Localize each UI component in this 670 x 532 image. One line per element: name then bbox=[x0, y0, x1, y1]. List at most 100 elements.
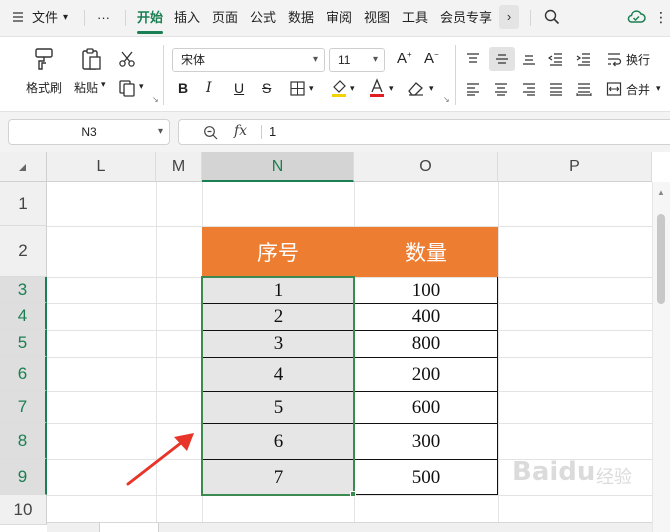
align-left-icon[interactable] bbox=[465, 82, 481, 96]
align-right-icon[interactable] bbox=[521, 82, 537, 96]
paste-dropdown-icon[interactable]: ▾ bbox=[101, 79, 106, 90]
tab-insert[interactable]: 插入 bbox=[174, 9, 200, 27]
scroll-up-icon[interactable]: ▲ bbox=[657, 188, 665, 197]
cell-quantity[interactable]: 800 bbox=[354, 331, 498, 357]
formula-divider bbox=[261, 125, 262, 139]
row-header-4[interactable]: 4 bbox=[0, 303, 47, 330]
cell-quantity[interactable]: 200 bbox=[354, 358, 498, 391]
formula-value: 1 bbox=[269, 124, 277, 139]
cell-quantity[interactable]: 100 bbox=[354, 278, 498, 303]
file-menu[interactable]: 文件 bbox=[32, 9, 58, 27]
strikethrough-icon[interactable]: S bbox=[262, 80, 271, 96]
column-header-p[interactable]: P bbox=[498, 152, 652, 182]
row-header-6[interactable]: 6 bbox=[0, 357, 47, 391]
align-top-icon[interactable] bbox=[465, 52, 481, 66]
font-expand-icon[interactable]: ↘ bbox=[443, 95, 450, 104]
italic-icon[interactable]: I bbox=[206, 80, 212, 96]
name-box[interactable]: N3 ▾ bbox=[8, 119, 170, 145]
distributed-icon[interactable] bbox=[576, 82, 592, 96]
zoom-icon[interactable] bbox=[203, 125, 219, 141]
row-header-9[interactable]: 9 bbox=[0, 459, 47, 495]
cut-icon[interactable] bbox=[118, 50, 136, 68]
spreadsheet-grid[interactable]: L M N O P 1 2 3 4 5 6 7 8 9 10 序号 数量 1 1… bbox=[0, 152, 670, 532]
paste-icon[interactable] bbox=[80, 47, 102, 71]
cloud-sync-icon[interactable] bbox=[626, 8, 646, 26]
decrease-font-icon[interactable]: A− bbox=[424, 50, 439, 67]
more-menu[interactable]: ··· bbox=[97, 9, 110, 27]
merge-button[interactable]: 合并 bbox=[626, 81, 650, 98]
font-color-dropdown-icon[interactable]: ▾ bbox=[389, 83, 394, 94]
bold-icon[interactable]: B bbox=[178, 80, 188, 96]
cell-quantity[interactable]: 300 bbox=[354, 424, 498, 459]
row-header-2[interactable]: 2 bbox=[0, 226, 47, 277]
merge-dropdown-icon[interactable]: ▾ bbox=[656, 83, 661, 94]
copy-icon[interactable] bbox=[118, 79, 136, 97]
name-box-value: N3 bbox=[81, 125, 97, 139]
tab-data[interactable]: 数据 bbox=[288, 9, 314, 27]
tab-formula[interactable]: 公式 bbox=[250, 9, 276, 27]
row-header-1[interactable]: 1 bbox=[0, 182, 47, 226]
align-bottom-icon[interactable] bbox=[521, 52, 537, 66]
tab-home[interactable]: 开始 bbox=[137, 9, 163, 27]
tabs-scroll-right-button[interactable]: › bbox=[499, 5, 519, 29]
formula-input[interactable]: fx 1 bbox=[178, 119, 670, 145]
row-header-7[interactable]: 7 bbox=[0, 391, 47, 423]
column-header-n[interactable]: N bbox=[202, 152, 354, 182]
selection-outline bbox=[201, 276, 355, 496]
row-header-10[interactable]: 10 bbox=[0, 495, 47, 525]
decrease-indent-icon[interactable] bbox=[548, 52, 564, 66]
vertical-scrollbar[interactable]: ▲ bbox=[652, 182, 670, 532]
font-size-select[interactable]: 11 ▾ bbox=[329, 48, 385, 72]
column-header-l[interactable]: L bbox=[47, 152, 156, 182]
tab-review[interactable]: 审阅 bbox=[326, 9, 352, 27]
increase-font-icon[interactable]: A+ bbox=[397, 50, 412, 67]
tab-tools[interactable]: 工具 bbox=[402, 9, 428, 27]
table-header-index[interactable]: 序号 bbox=[202, 227, 354, 277]
fill-color-icon[interactable] bbox=[330, 78, 348, 98]
scrollbar-thumb[interactable] bbox=[657, 214, 665, 304]
merge-cells-icon[interactable] bbox=[606, 81, 622, 97]
increase-indent-icon[interactable] bbox=[576, 52, 592, 66]
paste-button[interactable]: 粘贴 bbox=[74, 79, 98, 96]
fx-icon[interactable]: fx bbox=[234, 123, 247, 139]
underline-icon[interactable]: U bbox=[234, 80, 244, 96]
eraser-dropdown-icon[interactable]: ▾ bbox=[429, 83, 434, 94]
tab-page[interactable]: 页面 bbox=[212, 9, 238, 27]
ribbon-toolbar: 格式刷 粘贴 ▾ ▾ ↘ 宋体 ▾ 11 ▾ A+ A− B I U S ▾ ▾ bbox=[0, 36, 670, 112]
column-header-o[interactable]: O bbox=[354, 152, 498, 182]
more-options-icon[interactable]: ⋮ bbox=[654, 8, 668, 26]
cell-quantity[interactable]: 400 bbox=[354, 304, 498, 330]
tab-view[interactable]: 视图 bbox=[364, 9, 390, 27]
watermark-suffix: 经验 bbox=[596, 467, 632, 488]
row-header-8[interactable]: 8 bbox=[0, 423, 47, 459]
file-menu-chevron-icon[interactable]: ▾ bbox=[63, 9, 68, 27]
format-painter-button[interactable]: 格式刷 bbox=[26, 79, 62, 96]
cell-quantity[interactable]: 600 bbox=[354, 392, 498, 423]
cell-quantity[interactable]: 500 bbox=[354, 460, 498, 495]
align-middle-button[interactable] bbox=[489, 47, 515, 71]
row-header-5[interactable]: 5 bbox=[0, 330, 47, 357]
formula-bar: N3 ▾ fx 1 bbox=[0, 112, 670, 152]
format-painter-icon[interactable] bbox=[33, 47, 55, 71]
fill-color-dropdown-icon[interactable]: ▾ bbox=[350, 83, 355, 94]
font-name-select[interactable]: 宋体 ▾ bbox=[172, 48, 325, 72]
search-icon[interactable] bbox=[544, 9, 560, 25]
justify-icon[interactable] bbox=[548, 82, 564, 96]
table-header-quantity[interactable]: 数量 bbox=[354, 227, 498, 277]
wrap-text-icon[interactable] bbox=[606, 51, 622, 67]
align-center-icon[interactable] bbox=[493, 82, 509, 96]
select-all-corner[interactable] bbox=[0, 152, 47, 182]
tab-member[interactable]: 会员专享 bbox=[440, 9, 492, 27]
clipboard-expand-icon[interactable]: ↘ bbox=[152, 95, 159, 104]
borders-dropdown-icon[interactable]: ▾ bbox=[309, 83, 314, 94]
wrap-text-button[interactable]: 换行 bbox=[626, 51, 650, 68]
hamburger-icon[interactable] bbox=[12, 11, 24, 23]
eraser-icon[interactable] bbox=[407, 80, 425, 96]
sheet-tab[interactable] bbox=[99, 523, 159, 532]
fill-handle[interactable] bbox=[350, 491, 356, 497]
copy-dropdown-icon[interactable]: ▾ bbox=[139, 81, 144, 92]
row-header-3[interactable]: 3 bbox=[0, 277, 47, 303]
borders-icon[interactable] bbox=[290, 81, 305, 96]
font-color-icon[interactable] bbox=[368, 78, 386, 98]
column-header-m[interactable]: M bbox=[156, 152, 202, 182]
